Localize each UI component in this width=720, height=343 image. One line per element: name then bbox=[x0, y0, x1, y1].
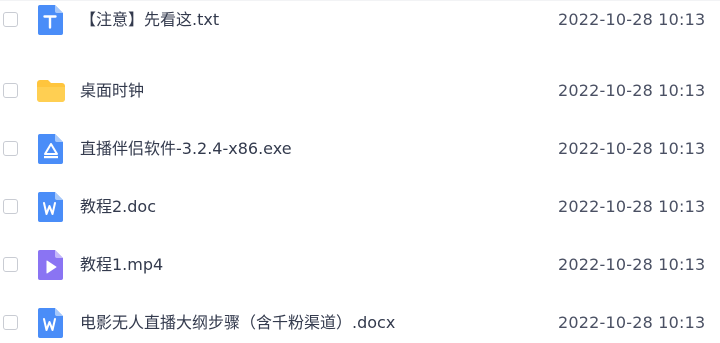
text-file-icon bbox=[38, 5, 63, 35]
file-date: 2022-10-28 10:13 bbox=[558, 313, 706, 332]
row-checkbox[interactable] bbox=[3, 141, 18, 156]
file-name[interactable]: 电影无人直播大纲步骤（含千粉渠道）.docx bbox=[80, 312, 395, 334]
file-date: 2022-10-28 10:13 bbox=[558, 81, 706, 100]
file-date: 2022-10-28 10:13 bbox=[558, 139, 706, 158]
file-row[interactable]: 【注意】先看这.txt 2022-10-28 10:13 bbox=[0, 0, 720, 40]
file-name[interactable]: 桌面时钟 bbox=[80, 80, 144, 102]
folder-icon bbox=[37, 80, 65, 102]
file-name[interactable]: 直播伴侣软件-3.2.4-x86.exe bbox=[80, 138, 292, 160]
file-row[interactable]: 桌面时钟 2022-10-28 10:13 bbox=[0, 71, 720, 111]
file-name[interactable]: 【注意】先看这.txt bbox=[80, 9, 219, 31]
word-file-icon bbox=[38, 308, 63, 338]
file-name[interactable]: 教程2.doc bbox=[80, 196, 156, 218]
row-checkbox[interactable] bbox=[3, 12, 18, 27]
file-name[interactable]: 教程1.mp4 bbox=[80, 254, 163, 276]
row-checkbox[interactable] bbox=[3, 199, 18, 214]
file-row[interactable]: 教程1.mp4 2022-10-28 10:13 bbox=[0, 245, 720, 285]
word-file-icon bbox=[38, 192, 63, 222]
file-row[interactable]: 直播伴侣软件-3.2.4-x86.exe 2022-10-28 10:13 bbox=[0, 129, 720, 169]
file-row[interactable]: 电影无人直播大纲步骤（含千粉渠道）.docx 2022-10-28 10:13 bbox=[0, 303, 720, 343]
row-checkbox[interactable] bbox=[3, 315, 18, 330]
file-date: 2022-10-28 10:13 bbox=[558, 10, 706, 29]
file-list: 桌面时钟 2022-10-28 10:13 直播伴侣软件-3.2.4-x86.e… bbox=[0, 0, 720, 341]
row-checkbox[interactable] bbox=[3, 83, 18, 98]
file-row[interactable]: 教程2.doc 2022-10-28 10:13 bbox=[0, 187, 720, 227]
video-file-icon bbox=[38, 250, 63, 280]
row-checkbox[interactable] bbox=[3, 257, 18, 272]
file-date: 2022-10-28 10:13 bbox=[558, 197, 706, 216]
exe-file-icon bbox=[38, 134, 63, 164]
file-date: 2022-10-28 10:13 bbox=[558, 255, 706, 274]
